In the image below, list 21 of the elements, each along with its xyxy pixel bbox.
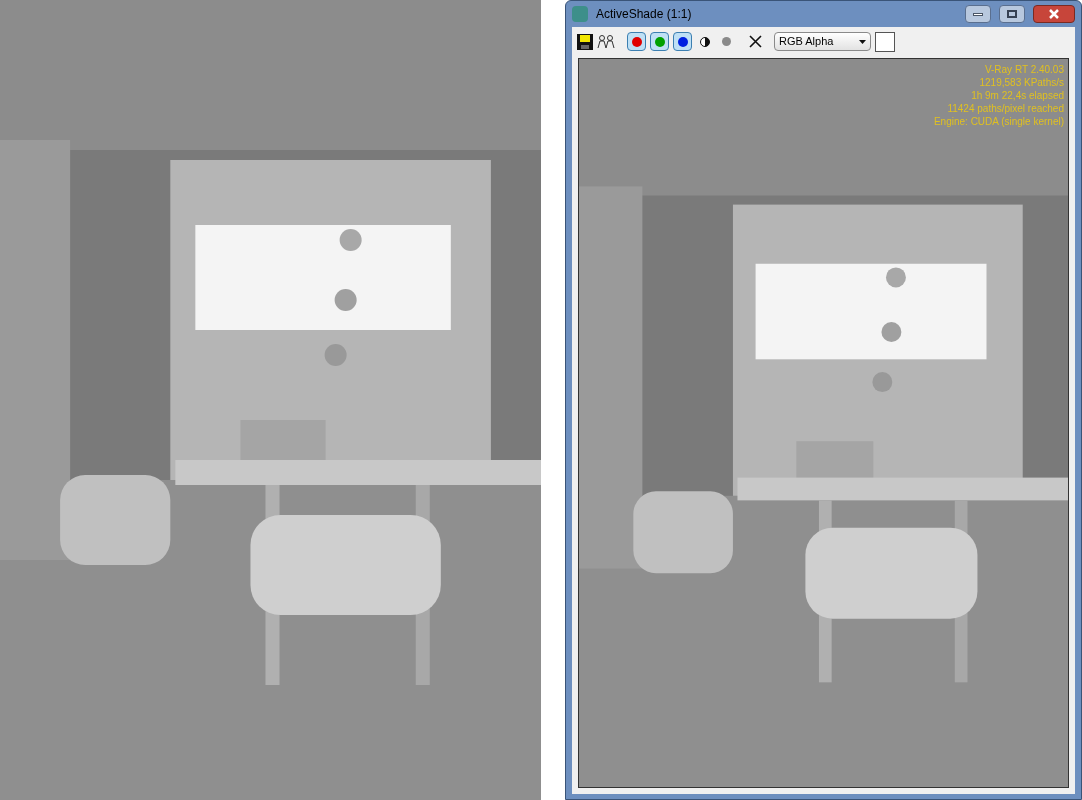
save-icon[interactable]: [577, 33, 593, 50]
render-stats-text: 1h 9m 22,4s elapsed: [971, 89, 1064, 102]
maximize-button[interactable]: [999, 5, 1025, 23]
people-icon[interactable]: [597, 33, 615, 50]
channel-toggle[interactable]: [627, 32, 646, 51]
channel-toggle[interactable]: [650, 32, 669, 51]
window-title: ActiveShade (1:1): [596, 6, 692, 23]
minimize-button[interactable]: [965, 5, 991, 23]
caret-icon: [859, 39, 866, 44]
channel-toggle[interactable]: [673, 32, 692, 51]
render-stats-text: 11424 paths/pixel reached: [947, 102, 1064, 115]
close-icon: [1049, 9, 1059, 19]
clear-icon[interactable]: [749, 35, 762, 48]
display-mode-dropdown[interactable]: RGB Alpha: [774, 32, 871, 51]
render-stats-text: V-Ray RT 2.40.03: [984, 63, 1064, 76]
render-stats-text: 1219,583 KPaths/s: [979, 76, 1064, 89]
app-icon: [572, 6, 588, 22]
close-button[interactable]: [1033, 5, 1075, 23]
color-swatch[interactable]: [875, 31, 895, 52]
contrast-icon[interactable]: [700, 36, 710, 47]
render-stats-text: Engine: CUDA (single kernel): [933, 115, 1064, 128]
